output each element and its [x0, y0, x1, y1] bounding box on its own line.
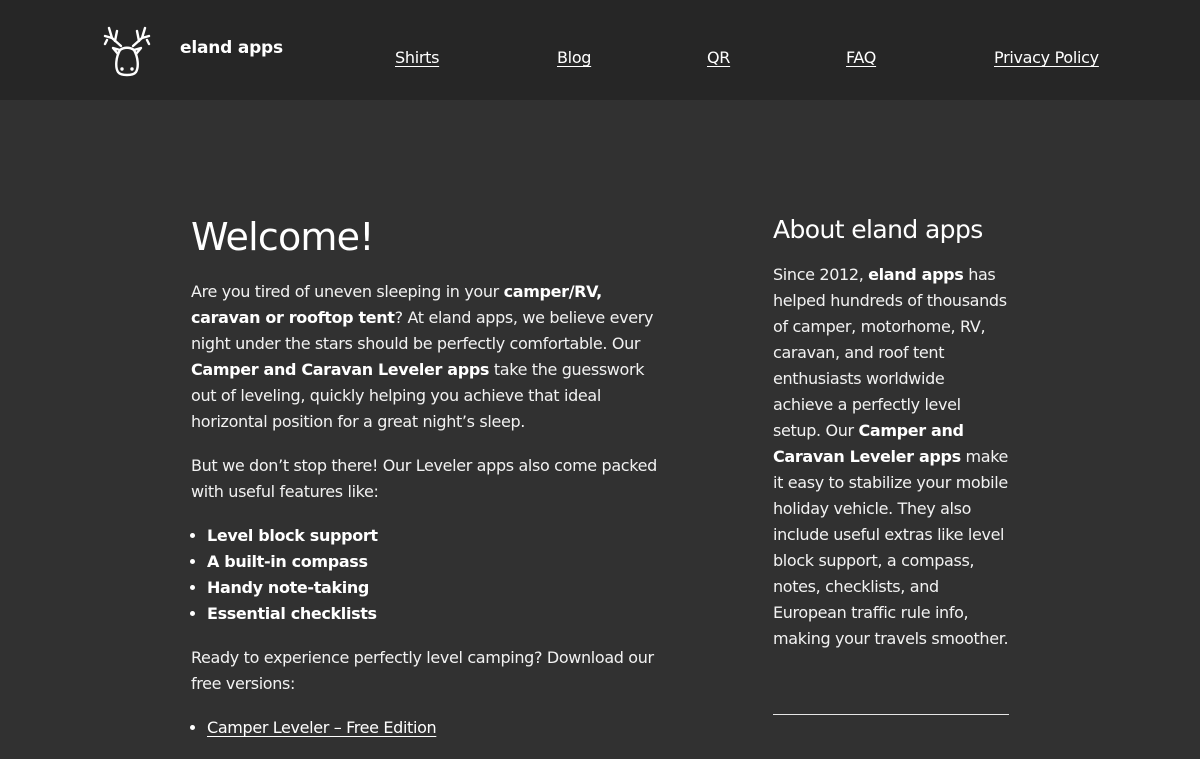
about-paragraph: Since 2012, eland apps has helped hundre… [773, 262, 1009, 652]
feature-item: Level block support [207, 523, 671, 549]
site-title[interactable]: eland apps [180, 38, 283, 58]
nav-link-faq[interactable]: FAQ [846, 48, 876, 67]
about-text-1: Since 2012, [773, 265, 869, 284]
feature-item: Essential checklists [207, 601, 671, 627]
download-intro: Ready to experience perfectly level camp… [191, 648, 654, 693]
feature-item: Handy note-taking [207, 575, 671, 601]
about-bold-1: eland apps [868, 265, 964, 284]
features-intro: But we don’t stop there! Our Leveler app… [191, 456, 657, 501]
intro-text-1: Are you tired of uneven sleeping in your [191, 282, 504, 301]
sidebar-title: About eland apps [773, 215, 983, 244]
main-content: Welcome! Are you tired of uneven sleepin… [191, 212, 671, 759]
deer-head-icon[interactable] [103, 24, 151, 78]
page-title: Welcome! [191, 215, 374, 259]
download-list: Camper Leveler – Free Edition [191, 715, 671, 741]
nav-link-blog[interactable]: Blog [557, 48, 591, 67]
site-header: eland apps Shirts Blog QR FAQ Privacy Po… [0, 0, 1200, 100]
feature-item: A built-in compass [207, 549, 671, 575]
sidebar: About eland apps Since 2012, eland apps … [773, 212, 1009, 652]
download-link-camper-leveler-free[interactable]: Camper Leveler – Free Edition [207, 718, 437, 737]
sidebar-divider [773, 714, 1009, 715]
feature-list: Level block support A built-in compass H… [191, 523, 671, 627]
nav-link-qr[interactable]: QR [707, 48, 730, 67]
intro-paragraph: Are you tired of uneven sleeping in your… [191, 279, 671, 435]
about-text-2: has helped hundreds of thousands of camp… [773, 265, 1007, 440]
download-item: Camper Leveler – Free Edition [207, 715, 671, 741]
intro-bold-2: Camper and Caravan Leveler apps [191, 360, 490, 379]
about-text-3: make it easy to stabilize your mobile ho… [773, 447, 1009, 648]
nav-link-privacy-policy[interactable]: Privacy Policy [994, 48, 1099, 67]
nav-link-shirts[interactable]: Shirts [395, 48, 439, 67]
